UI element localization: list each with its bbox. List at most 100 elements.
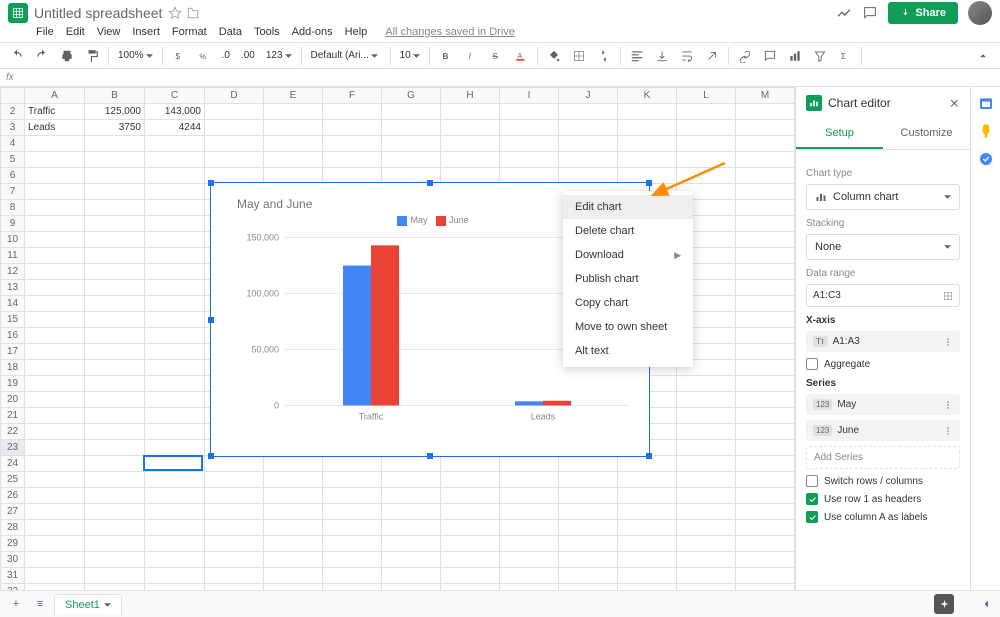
menu-addons[interactable]: Add-ons (292, 26, 333, 38)
use-colA-checkbox[interactable]: Use column A as labels (806, 511, 960, 523)
spreadsheet-grid[interactable]: ABCDEFGHIJKLM2Traffic125,000143,0003Lead… (0, 87, 795, 596)
filter-button[interactable] (809, 45, 831, 67)
comments-icon[interactable] (862, 5, 878, 21)
more-icon[interactable] (943, 400, 953, 410)
move-folder-icon[interactable] (186, 6, 200, 20)
expand-rail-icon[interactable] (978, 596, 994, 612)
resize-handle[interactable] (208, 453, 214, 459)
menu-insert[interactable]: Insert (132, 26, 160, 38)
paint-format-button[interactable] (81, 45, 103, 67)
context-menu-item[interactable]: Delete chart (563, 219, 693, 243)
add-sheet-button[interactable]: + (6, 594, 26, 614)
fx-label: fx (6, 72, 14, 83)
merge-button[interactable] (593, 45, 615, 67)
grid-select-icon[interactable] (943, 291, 953, 301)
svg-text:I: I (468, 51, 471, 60)
chart-object[interactable]: May and June May June 050,000100,000150,… (210, 182, 650, 457)
explore-button[interactable] (934, 594, 954, 614)
wrap-button[interactable] (676, 45, 698, 67)
menu-view[interactable]: View (97, 26, 121, 38)
resize-handle[interactable] (427, 180, 433, 186)
aggregate-checkbox[interactable]: Aggregate (806, 358, 960, 370)
xaxis-chip[interactable]: TᴛA1:A3 (806, 331, 960, 352)
menu-data[interactable]: Data (219, 26, 242, 38)
print-button[interactable] (56, 45, 78, 67)
strikethrough-button[interactable]: S (485, 45, 507, 67)
series-chip-may[interactable]: 123May (806, 394, 960, 415)
series-label: Series (806, 378, 960, 389)
resize-handle[interactable] (646, 180, 652, 186)
data-range-input[interactable]: A1:C3 (806, 284, 960, 307)
more-icon[interactable] (943, 426, 953, 436)
number-format-select[interactable]: 123 (262, 48, 296, 63)
context-menu-item[interactable]: Copy chart (563, 291, 693, 315)
account-avatar[interactable] (968, 1, 992, 25)
activity-icon[interactable] (836, 5, 852, 21)
resize-handle[interactable] (427, 453, 433, 459)
undo-button[interactable] (6, 45, 28, 67)
halign-button[interactable] (626, 45, 648, 67)
increase-decimal[interactable]: .00 (237, 48, 259, 63)
svg-text:50,000: 50,000 (251, 345, 279, 355)
context-menu-item[interactable]: Move to own sheet (563, 315, 693, 339)
menu-file[interactable]: File (36, 26, 54, 38)
menu-edit[interactable]: Edit (66, 26, 85, 38)
percent-button[interactable]: % (193, 45, 215, 67)
context-menu-item[interactable]: Alt text (563, 339, 693, 363)
font-select[interactable]: Default (Ari... (307, 48, 385, 63)
comment-button[interactable] (759, 45, 781, 67)
insert-chart-button[interactable] (784, 45, 806, 67)
tasks-icon[interactable] (978, 151, 994, 167)
svg-text:Σ: Σ (841, 51, 846, 60)
tab-setup[interactable]: Setup (796, 119, 883, 149)
context-menu-item[interactable]: Publish chart (563, 267, 693, 291)
sheet-tab[interactable]: Sheet1 (54, 594, 122, 615)
context-menu-item[interactable]: Download▶ (563, 243, 693, 267)
all-sheets-button[interactable]: ≡ (30, 594, 50, 614)
menu-format[interactable]: Format (172, 26, 207, 38)
switch-rows-cols-checkbox[interactable]: Switch rows / columns (806, 475, 960, 487)
data-range-label: Data range (806, 268, 960, 279)
sheets-logo[interactable] (8, 3, 28, 23)
context-menu-item[interactable]: Edit chart (563, 195, 693, 219)
collapse-menu-button[interactable] (972, 45, 994, 67)
use-row1-checkbox[interactable]: Use row 1 as headers (806, 493, 960, 505)
resize-handle[interactable] (208, 317, 214, 323)
keep-icon[interactable] (978, 123, 994, 139)
side-rail (970, 87, 1000, 596)
functions-button[interactable]: Σ (834, 45, 856, 67)
resize-handle[interactable] (208, 180, 214, 186)
decrease-decimal[interactable]: .0 (218, 48, 234, 63)
saved-status[interactable]: All changes saved in Drive (385, 26, 515, 38)
italic-button[interactable]: I (460, 45, 482, 67)
text-color-button[interactable]: A (510, 45, 532, 67)
resize-handle[interactable] (646, 453, 652, 459)
fill-color-button[interactable] (543, 45, 565, 67)
add-series-button[interactable]: Add Series (806, 446, 960, 469)
menu-tools[interactable]: Tools (254, 26, 280, 38)
rotate-button[interactable] (701, 45, 723, 67)
link-button[interactable] (734, 45, 756, 67)
star-icon[interactable] (168, 6, 182, 20)
borders-button[interactable] (568, 45, 590, 67)
more-icon[interactable] (943, 337, 953, 347)
chart-editor-panel: Chart editor Setup Customize Chart type … (795, 87, 970, 596)
close-icon[interactable] (948, 97, 960, 109)
valign-button[interactable] (651, 45, 673, 67)
chart-type-select[interactable]: Column chart (806, 184, 960, 210)
series-chip-june[interactable]: 123June (806, 420, 960, 441)
zoom-select[interactable]: 100% (114, 48, 157, 63)
font-size-select[interactable]: 10 (396, 48, 424, 63)
doc-name[interactable]: Untitled spreadsheet (34, 5, 162, 21)
redo-button[interactable] (31, 45, 53, 67)
tab-customize[interactable]: Customize (883, 119, 970, 149)
calendar-icon[interactable] (978, 95, 994, 111)
share-button[interactable]: Share (888, 2, 958, 24)
chart-type-label: Chart type (806, 168, 960, 179)
sheet-tabs-bar: + ≡ Sheet1 (0, 590, 1000, 617)
bold-button[interactable]: B (435, 45, 457, 67)
formula-bar[interactable]: fx (0, 69, 1000, 87)
currency-button[interactable]: $ (168, 45, 190, 67)
stacking-select[interactable]: None (806, 234, 960, 260)
menu-help[interactable]: Help (345, 26, 368, 38)
